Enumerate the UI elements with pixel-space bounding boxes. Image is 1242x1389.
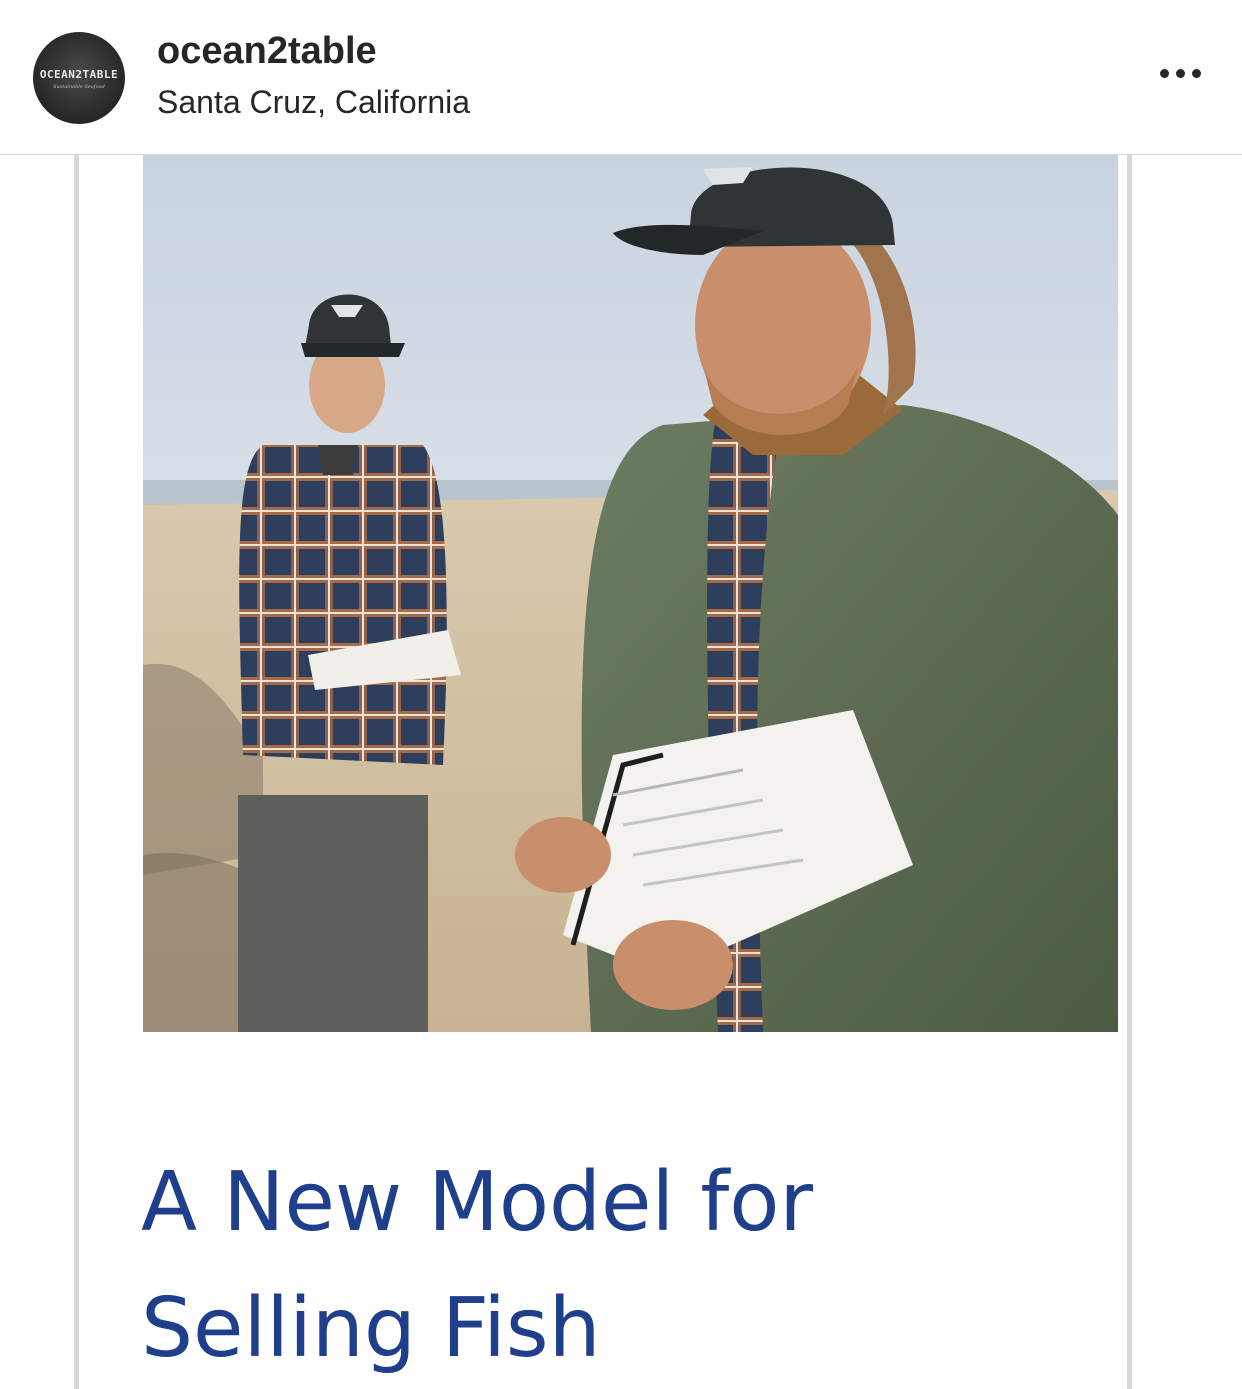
more-horizontal-icon [1175,68,1185,78]
more-horizontal-icon [1159,68,1169,78]
more-horizontal-icon [1191,68,1201,78]
username-link[interactable]: ocean2table [157,30,377,73]
avatar-logo-text: OCEAN2TABLE [39,68,119,81]
article-headline: A New Model for Selling Fish [141,1155,814,1376]
more-options-button[interactable] [1150,55,1210,91]
post-header: OCEAN2TABLE Sustainable Seafood ocean2ta… [0,0,1242,155]
avatar-logo-subtext: Sustainable Seafood [53,84,105,90]
article-photo [143,155,1118,1032]
profile-avatar[interactable]: OCEAN2TABLE Sustainable Seafood [33,32,125,124]
beach-photo-illustration [143,155,1118,1032]
location-link[interactable]: Santa Cruz, California [157,84,470,121]
article-card: A New Model for Selling Fish [74,155,1132,1389]
post-media[interactable]: A New Model for Selling Fish [0,155,1242,1389]
